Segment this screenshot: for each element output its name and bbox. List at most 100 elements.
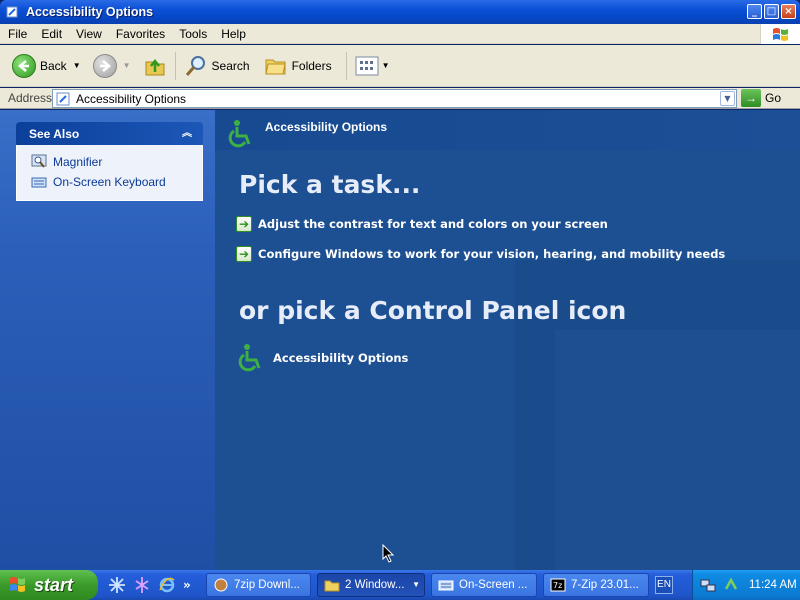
folders-label: Folders — [291, 58, 332, 73]
browser-icon — [214, 578, 228, 592]
address-label: Address — [8, 91, 53, 105]
task-label: Adjust the contrast for text and colors … — [258, 217, 608, 231]
menu-help[interactable]: Help — [214, 27, 253, 41]
windows-flag-icon — [773, 28, 788, 41]
mouse-cursor-icon — [382, 544, 394, 563]
folder-icon — [324, 580, 340, 592]
quick-launch-chevron[interactable]: » — [183, 578, 191, 592]
forward-button[interactable]: ▼ — [89, 49, 139, 83]
on-screen-keyboard-label: On-Screen Keyboard — [53, 175, 166, 189]
pick-task-heading: Pick a task... — [239, 170, 421, 199]
taskbar: start » 7zip Downl... 2 Window... ▼ On-S… — [0, 570, 800, 600]
toolbar: Back ▼ ▼ Search Folders ▼ — [0, 45, 800, 87]
accessibility-options-label: Accessibility Options — [273, 351, 409, 365]
search-icon — [185, 55, 205, 76]
network-icon[interactable] — [700, 577, 716, 593]
taskbar-item-label: On-Screen ... — [459, 579, 528, 591]
task-configure-windows[interactable]: ➔ Configure Windows to work for your vis… — [236, 246, 725, 262]
taskbar-item-label: 7-Zip 23.01... — [571, 579, 639, 591]
keyboard-icon — [438, 580, 454, 591]
task-adjust-contrast[interactable]: ➔ Adjust the contrast for text and color… — [236, 216, 608, 232]
snowflake-alt-icon[interactable] — [133, 576, 151, 594]
see-also-magnifier[interactable]: Magnifier — [31, 152, 202, 172]
go-label: Go — [765, 91, 782, 105]
back-dropdown-icon[interactable]: ▼ — [73, 61, 81, 70]
address-input[interactable]: Accessibility Options ▼ — [52, 89, 737, 108]
windows-logo — [760, 24, 800, 44]
title-bar[interactable]: Accessibility Options _ □ × — [0, 0, 800, 24]
address-value: Accessibility Options — [76, 91, 187, 106]
menu-bar: File Edit View Favorites Tools Help — [0, 24, 800, 44]
taskbar-item-7zip-download[interactable]: 7zip Downl... — [206, 573, 311, 597]
task-arrow-icon: ➔ — [236, 216, 252, 232]
menu-view[interactable]: View — [69, 27, 109, 41]
minimize-button[interactable]: _ — [747, 4, 762, 19]
go-arrow-icon: → — [741, 89, 761, 107]
clock[interactable]: 11:24 AM — [749, 579, 797, 591]
taskbar-item-windows-group[interactable]: 2 Window... ▼ — [317, 573, 425, 597]
taskbar-item-on-screen-keyboard[interactable]: On-Screen ... — [431, 573, 537, 597]
close-button[interactable]: × — [781, 4, 796, 19]
views-button[interactable]: ▼ — [351, 49, 398, 83]
see-also-title: See Also — [29, 126, 80, 141]
task-label: Configure Windows to work for your visio… — [258, 247, 726, 261]
group-dropdown-icon: ▼ — [412, 580, 420, 589]
forward-arrow-icon — [92, 53, 117, 78]
category-header: Accessibility Options — [225, 118, 387, 150]
magnifier-icon — [31, 154, 47, 168]
taskbar-item-label: 2 Window... — [345, 579, 405, 591]
wheelchair-icon — [238, 344, 261, 372]
quick-launch: » — [108, 576, 200, 594]
see-also-header[interactable]: See Also ︽ — [16, 122, 203, 145]
maximize-button[interactable]: □ — [764, 4, 779, 19]
windows-flag-icon — [10, 577, 25, 592]
see-also-panel: See Also ︽ Magnifier On-Screen Keyboard — [16, 122, 203, 201]
views-icon — [355, 56, 379, 75]
see-also-on-screen-keyboard[interactable]: On-Screen Keyboard — [31, 172, 202, 192]
up-button[interactable] — [139, 49, 171, 83]
category-title: Accessibility Options — [265, 120, 388, 134]
control-panel-icon — [56, 92, 70, 105]
folder-up-icon — [145, 58, 165, 75]
folders-button[interactable]: Folders — [260, 49, 336, 83]
magnifier-label: Magnifier — [53, 155, 103, 169]
task-arrow-icon: ➔ — [236, 246, 252, 262]
menu-favorites[interactable]: Favorites — [109, 27, 172, 41]
start-label: start — [34, 574, 74, 595]
back-arrow-icon — [12, 53, 36, 78]
views-dropdown-icon[interactable]: ▼ — [382, 61, 390, 70]
accessibility-window-icon — [6, 6, 18, 18]
accessibility-options-icon-item[interactable]: Accessibility Options — [235, 342, 408, 374]
window-title: Accessibility Options — [26, 5, 154, 19]
snowflake-icon[interactable] — [108, 576, 126, 594]
task-pane: See Also ︽ Magnifier On-Screen Keyboard — [0, 110, 215, 570]
go-button[interactable]: → Go — [741, 89, 781, 107]
keyboard-icon — [31, 177, 47, 188]
svg-text:7z: 7z — [553, 581, 562, 590]
back-label: Back — [40, 58, 67, 73]
start-button[interactable]: start — [0, 570, 98, 600]
menu-file[interactable]: File — [0, 27, 34, 41]
content-pane: Accessibility Options Pick a task... ➔ A… — [215, 110, 800, 570]
collapse-chevron-icon[interactable]: ︽ — [179, 126, 195, 142]
address-dropdown-icon[interactable]: ▼ — [720, 91, 735, 106]
search-button[interactable]: Search — [180, 49, 254, 83]
forward-dropdown-icon[interactable]: ▼ — [123, 61, 131, 70]
language-indicator[interactable]: EN — [655, 576, 673, 594]
toolbar-separator — [345, 51, 347, 80]
internet-explorer-icon[interactable] — [158, 576, 176, 594]
menu-edit[interactable]: Edit — [34, 27, 69, 41]
safely-remove-hardware-icon[interactable] — [723, 577, 739, 593]
wheelchair-icon — [228, 120, 251, 148]
folders-icon — [264, 59, 286, 74]
pick-icon-heading: or pick a Control Panel icon — [239, 296, 627, 325]
7zip-icon: 7z — [550, 578, 566, 592]
toolbar-separator — [174, 51, 176, 80]
back-button[interactable]: Back ▼ — [8, 49, 89, 83]
taskbar-item-7zip[interactable]: 7z 7-Zip 23.01... — [543, 573, 649, 597]
address-bar: Address Accessibility Options ▼ → Go — [0, 88, 800, 109]
menu-tools[interactable]: Tools — [172, 27, 214, 41]
search-label: Search — [211, 58, 250, 73]
taskbar-item-label: 7zip Downl... — [234, 579, 300, 591]
system-tray: 11:24 AM — [692, 570, 800, 600]
